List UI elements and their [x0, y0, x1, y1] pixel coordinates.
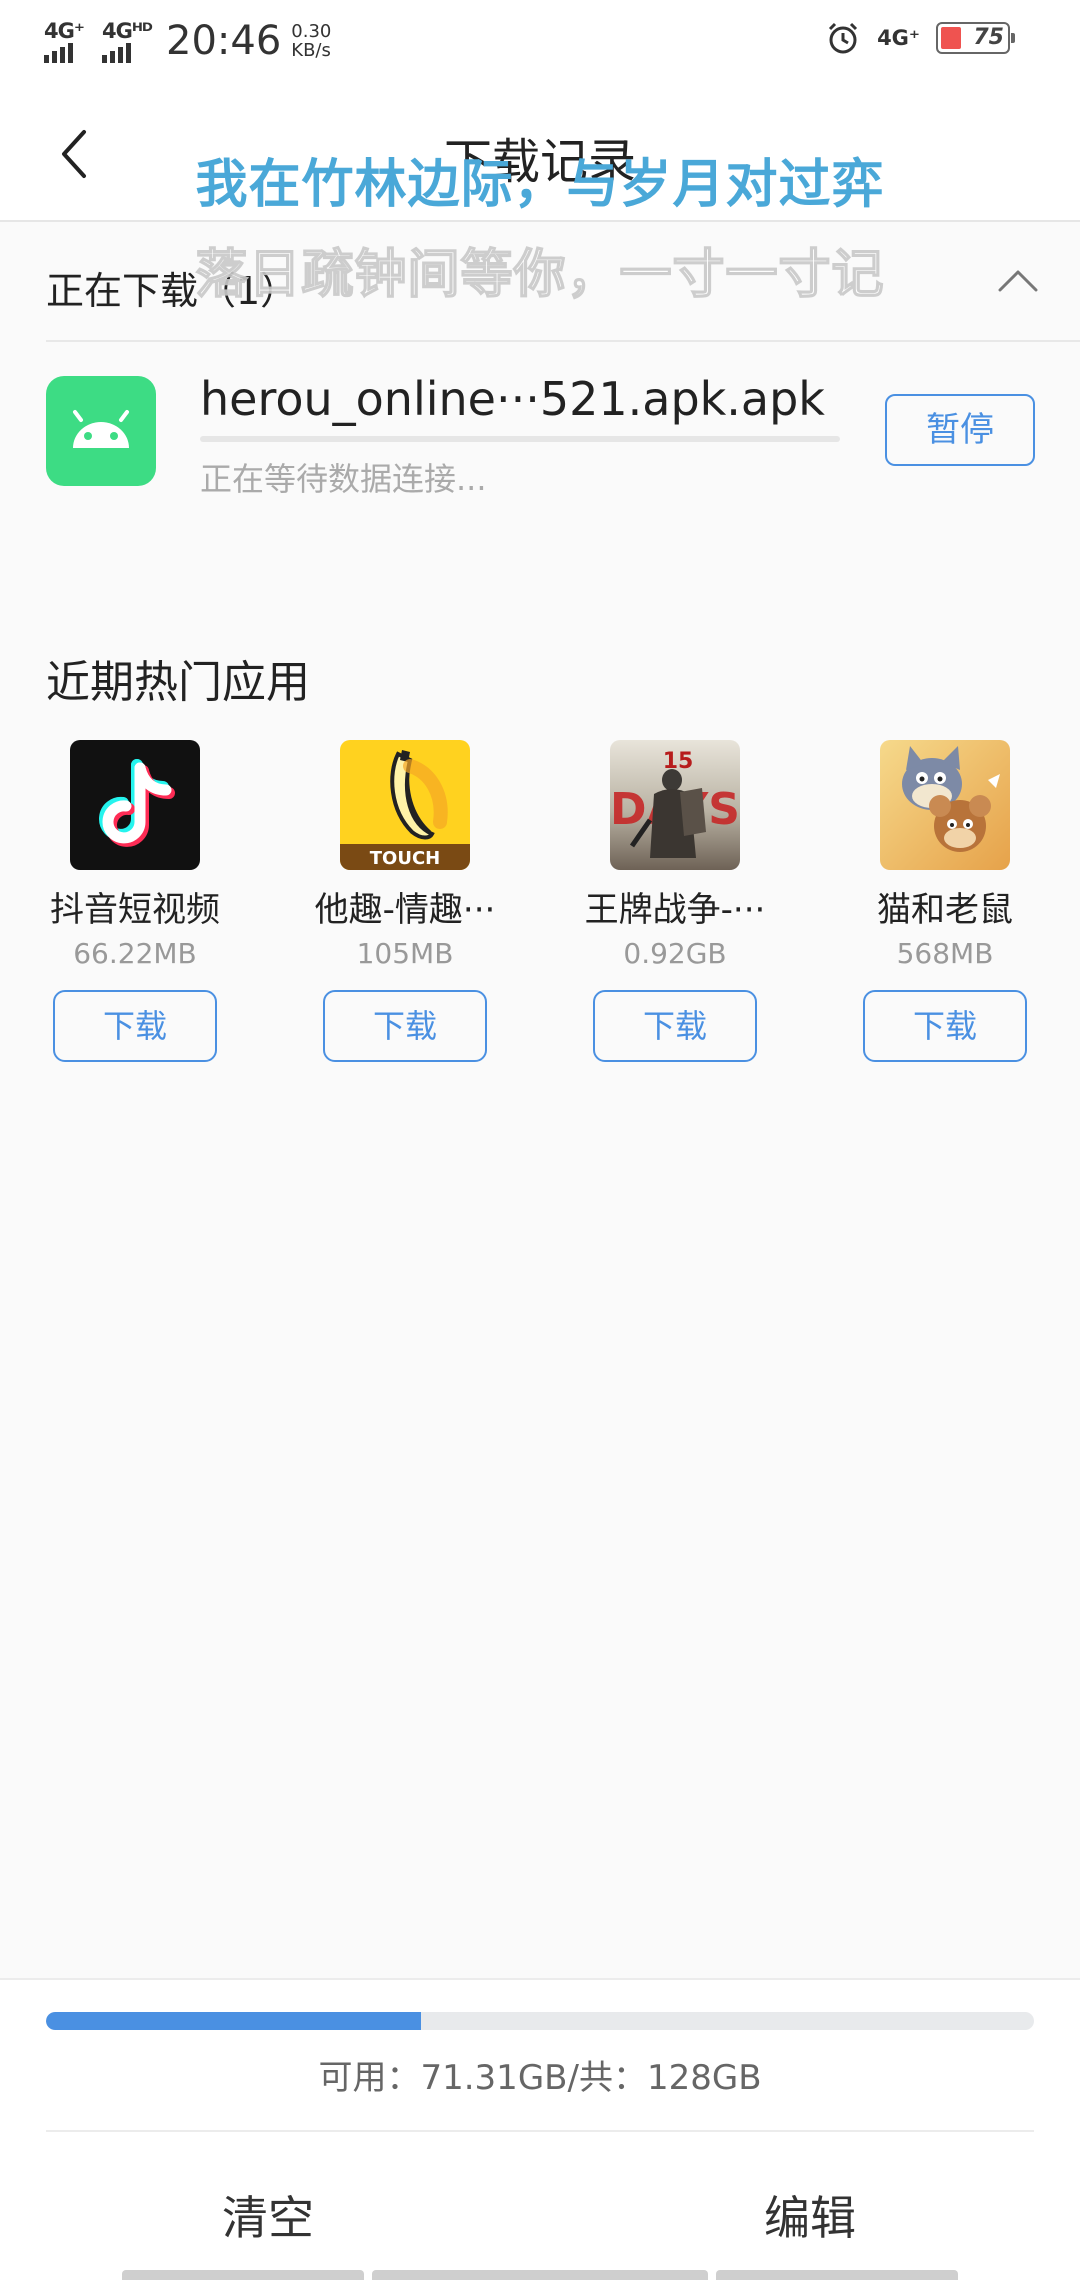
touch-label: TOUCH [370, 848, 440, 869]
clear-button[interactable]: 清空 [222, 2182, 314, 2248]
network-speed-unit: KB/s [291, 40, 331, 61]
download-button[interactable]: 下载 [53, 990, 217, 1062]
clock: 20:46 [166, 18, 282, 64]
download-status: 正在等待数据连接... [200, 460, 487, 498]
lyric-overlay-line-1: 我在竹林边际，与岁月对过弈 [195, 155, 885, 215]
bottom-panel: 可用：71.31GB/共：128GB 清空 编辑 [0, 1978, 1080, 2280]
hot-app-item[interactable]: 15 DAYS 王牌战争-··· 0.92GB 下载 [540, 740, 810, 1062]
download-file-name: herou_online···521.apk.apk [200, 372, 825, 426]
banana-icon[interactable]: TOUCH [340, 740, 470, 870]
tiktok-icon[interactable] [70, 740, 200, 870]
divider [46, 2130, 1034, 2132]
hot-app-name: 王牌战争-··· [584, 890, 766, 930]
lyric-overlay-line-2: 落日疏钟间等你，一寸一寸记 [195, 244, 885, 306]
network-type-2: 4Gᴴᴰ [102, 19, 153, 43]
hot-app-name: 他趣-情趣··· [314, 890, 496, 930]
download-progress-bar [200, 436, 840, 442]
storage-usage-bar [46, 2012, 1034, 2030]
divider [46, 340, 1080, 342]
android-app-icon [46, 376, 156, 486]
days-number: 15 [663, 749, 694, 774]
storage-usage-fill [46, 2012, 422, 2030]
hot-app-item[interactable]: 抖音短视频 66.22MB 下载 [0, 740, 270, 1062]
network-speed: 0.30 KB/s [291, 22, 331, 60]
download-button[interactable]: 下载 [323, 990, 487, 1062]
hot-app-size: 0.92GB [623, 937, 727, 970]
network-speed-value: 0.30 [291, 21, 332, 42]
hot-apps-title: 近期热门应用 [46, 657, 310, 708]
hot-app-size: 105MB [356, 937, 454, 970]
signal-4ghd-icon: 4Gᴴᴰ [102, 19, 153, 63]
storage-info: 可用：71.31GB/共：128GB [318, 2058, 762, 2098]
pause-button[interactable]: 暂停 [885, 394, 1035, 466]
hot-app-item[interactable]: TOUCH 他趣-情趣··· 105MB 下载 [270, 740, 540, 1062]
nav-handle-center [372, 2270, 708, 2280]
battery-level: 75 [973, 25, 1004, 50]
hot-app-name: 猫和老鼠 [877, 890, 1013, 930]
download-button[interactable]: 下载 [593, 990, 757, 1062]
download-item[interactable]: herou_online···521.apk.apk 正在等待数据连接... 暂… [0, 346, 1080, 516]
status-bar: 4G⁺ 4Gᴴᴰ 20:46 0.30 KB/s 4G⁺ 75 [0, 0, 1080, 84]
signal-4g-icon: 4G⁺ [44, 19, 92, 63]
nav-handle-left [122, 2270, 364, 2280]
tom-and-jerry-icon[interactable] [880, 740, 1010, 870]
network-type-1: 4G⁺ [44, 19, 85, 43]
alarm-icon [829, 22, 858, 54]
download-button[interactable]: 下载 [863, 990, 1027, 1062]
edit-button[interactable]: 编辑 [764, 2182, 856, 2248]
hot-app-size: 568MB [896, 937, 994, 970]
hot-app-size: 66.22MB [73, 937, 197, 970]
hot-app-name: 抖音短视频 [50, 890, 220, 930]
hot-app-item[interactable]: 猫和老鼠 568MB 下载 [810, 740, 1080, 1062]
network-type-3: 4G⁺ [877, 26, 920, 50]
war-game-icon[interactable]: 15 DAYS [610, 740, 740, 870]
battery-icon: 75 [936, 22, 1015, 54]
nav-handle-right [716, 2270, 958, 2280]
